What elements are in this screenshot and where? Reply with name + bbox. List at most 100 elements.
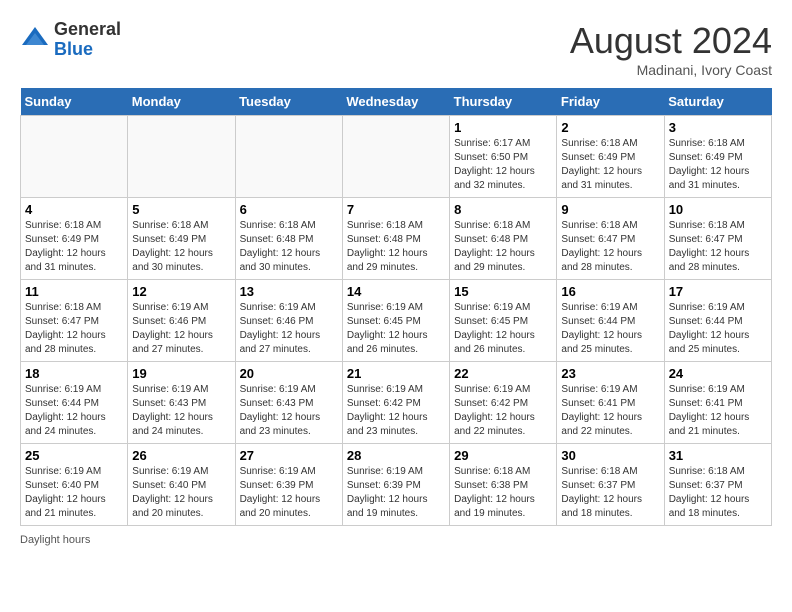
day-number: 2 xyxy=(561,120,659,135)
logo-icon xyxy=(20,25,50,55)
column-header-sunday: Sunday xyxy=(21,88,128,116)
day-info: Sunrise: 6:19 AM Sunset: 6:42 PM Dayligh… xyxy=(454,383,552,439)
column-header-monday: Monday xyxy=(128,88,235,116)
day-info: Sunrise: 6:18 AM Sunset: 6:47 PM Dayligh… xyxy=(561,219,659,275)
day-number: 22 xyxy=(454,366,552,381)
calendar-week-row: 18Sunrise: 6:19 AM Sunset: 6:44 PM Dayli… xyxy=(21,362,772,444)
day-number: 11 xyxy=(25,284,123,299)
calendar-cell: 29Sunrise: 6:18 AM Sunset: 6:38 PM Dayli… xyxy=(450,444,557,526)
calendar-cell: 17Sunrise: 6:19 AM Sunset: 6:44 PM Dayli… xyxy=(664,280,771,362)
title-area: August 2024 Madinani, Ivory Coast xyxy=(570,20,772,78)
day-number: 15 xyxy=(454,284,552,299)
day-number: 5 xyxy=(132,202,230,217)
day-number: 8 xyxy=(454,202,552,217)
calendar-cell xyxy=(235,116,342,198)
day-number: 20 xyxy=(240,366,338,381)
calendar-table: SundayMondayTuesdayWednesdayThursdayFrid… xyxy=(20,88,772,526)
calendar-cell: 7Sunrise: 6:18 AM Sunset: 6:48 PM Daylig… xyxy=(342,198,449,280)
day-number: 3 xyxy=(669,120,767,135)
calendar-cell: 28Sunrise: 6:19 AM Sunset: 6:39 PM Dayli… xyxy=(342,444,449,526)
day-info: Sunrise: 6:19 AM Sunset: 6:43 PM Dayligh… xyxy=(132,383,230,439)
calendar-cell xyxy=(128,116,235,198)
calendar-cell: 24Sunrise: 6:19 AM Sunset: 6:41 PM Dayli… xyxy=(664,362,771,444)
day-info: Sunrise: 6:19 AM Sunset: 6:41 PM Dayligh… xyxy=(561,383,659,439)
column-header-saturday: Saturday xyxy=(664,88,771,116)
day-number: 26 xyxy=(132,448,230,463)
day-info: Sunrise: 6:19 AM Sunset: 6:44 PM Dayligh… xyxy=(561,301,659,357)
day-info: Sunrise: 6:18 AM Sunset: 6:49 PM Dayligh… xyxy=(561,137,659,193)
month-year-title: August 2024 xyxy=(570,20,772,62)
calendar-cell: 31 Sunrise: 6:18 AM Sunset: 6:37 PM Dayli… xyxy=(664,444,771,526)
day-number: 24 xyxy=(669,366,767,381)
calendar-cell: 2 Sunrise: 6:18 AM Sunset: 6:49 PM Daylig… xyxy=(557,116,664,198)
calendar-cell: 14 Sunrise: 6:19 AM Sunset: 6:45 PM Dayli… xyxy=(342,280,449,362)
day-info: Sunrise: 6:18 AM Sunset: 6:48 PM Dayligh… xyxy=(240,219,338,275)
day-number: 14 xyxy=(347,284,445,299)
calendar-cell: 30 Sunrise: 6:18 AM Sunset: 6:37 PM Dayli… xyxy=(557,444,664,526)
day-info: Sunrise: 6:19 AM Sunset: 6:46 PM Dayligh… xyxy=(132,301,230,357)
day-number: 12 xyxy=(132,284,230,299)
calendar-cell xyxy=(342,116,449,198)
day-number: 4 xyxy=(25,202,123,217)
day-number: 30 xyxy=(561,448,659,463)
day-info: Sunrise: 6:18 AM Sunset: 6:47 PM Dayligh… xyxy=(25,301,123,357)
day-number: 25 xyxy=(25,448,123,463)
calendar-header-row: SundayMondayTuesdayWednesdayThursdayFrid… xyxy=(21,88,772,116)
day-info: Sunrise: 6:18 AM Sunset: 6:37 PM Dayligh… xyxy=(561,465,659,521)
day-info: Sunrise: 6:19 AM Sunset: 6:45 PM Dayligh… xyxy=(454,301,552,357)
day-number: 21 xyxy=(347,366,445,381)
day-number: 23 xyxy=(561,366,659,381)
calendar-cell: 12 Sunrise: 6:19 AM Sunset: 6:46 PM Dayli… xyxy=(128,280,235,362)
footnote: Daylight hours xyxy=(20,534,772,546)
day-info: Sunrise: 6:19 AM Sunset: 6:46 PM Dayligh… xyxy=(240,301,338,357)
calendar-cell: 1 Sunrise: 6:17 AM Sunset: 6:50 PM Daylig… xyxy=(450,116,557,198)
day-info: Sunrise: 6:19 AM Sunset: 6:43 PM Dayligh… xyxy=(240,383,338,439)
calendar-cell: 21 Sunrise: 6:19 AM Sunset: 6:42 PM Dayli… xyxy=(342,362,449,444)
calendar-cell: 15 Sunrise: 6:19 AM Sunset: 6:45 PM Dayli… xyxy=(450,280,557,362)
day-number: 6 xyxy=(240,202,338,217)
day-info: Sunrise: 6:19 AM Sunset: 6:40 PM Dayligh… xyxy=(25,465,123,521)
day-info: Sunrise: 6:19 AM Sunset: 6:39 PM Dayligh… xyxy=(240,465,338,521)
day-number: 10 xyxy=(669,202,767,217)
calendar-cell: 6 Sunrise: 6:18 AM Sunset: 6:48 PM Daylig… xyxy=(235,198,342,280)
column-header-friday: Friday xyxy=(557,88,664,116)
day-info: Sunrise: 6:19 AM Sunset: 6:45 PM Dayligh… xyxy=(347,301,445,357)
day-number: 1 xyxy=(454,120,552,135)
calendar-cell: 13 Sunrise: 6:19 AM Sunset: 6:46 PM Dayli… xyxy=(235,280,342,362)
day-info: Sunrise: 6:18 AM Sunset: 6:47 PM Dayligh… xyxy=(669,219,767,275)
day-info: Sunrise: 6:18 AM Sunset: 6:38 PM Dayligh… xyxy=(454,465,552,521)
calendar-cell: 16 Sunrise: 6:19 AM Sunset: 6:44 PM Dayli… xyxy=(557,280,664,362)
calendar-cell: 23 Sunrise: 6:19 AM Sunset: 6:41 PM Dayli… xyxy=(557,362,664,444)
day-number: 13 xyxy=(240,284,338,299)
day-info: Sunrise: 6:19 AM Sunset: 6:39 PM Dayligh… xyxy=(347,465,445,521)
calendar-cell xyxy=(21,116,128,198)
location-subtitle: Madinani, Ivory Coast xyxy=(570,62,772,78)
calendar-week-row: 1 Sunrise: 6:17 AM Sunset: 6:50 PM Daylig… xyxy=(21,116,772,198)
day-number: 27 xyxy=(240,448,338,463)
calendar-cell: 4 Sunrise: 6:18 AM Sunset: 6:49 PM Daylig… xyxy=(21,198,128,280)
day-info: Sunrise: 6:19 AM Sunset: 6:40 PM Dayligh… xyxy=(132,465,230,521)
calendar-cell: 26 Sunrise: 6:19 AM Sunset: 6:40 PM Dayli… xyxy=(128,444,235,526)
day-number: 7 xyxy=(347,202,445,217)
calendar-cell: 22 Sunrise: 6:19 AM Sunset: 6:42 PM Dayli… xyxy=(450,362,557,444)
day-number: 31 xyxy=(669,448,767,463)
day-info: Sunrise: 6:17 AM Sunset: 6:50 PM Dayligh… xyxy=(454,137,552,193)
column-header-thursday: Thursday xyxy=(450,88,557,116)
calendar-cell: 25 Sunrise: 6:19 AM Sunset: 6:40 PM Dayli… xyxy=(21,444,128,526)
day-info: Sunrise: 6:19 AM Sunset: 6:42 PM Dayligh… xyxy=(347,383,445,439)
page-header: General Blue August 2024 Madinani, Ivory… xyxy=(20,20,772,78)
column-header-wednesday: Wednesday xyxy=(342,88,449,116)
calendar-week-row: 11 Sunrise: 6:18 AM Sunset: 6:47 PM Dayli… xyxy=(21,280,772,362)
calendar-cell: 19 Sunrise: 6:19 AM Sunset: 6:43 PM Dayli… xyxy=(128,362,235,444)
day-number: 16 xyxy=(561,284,659,299)
calendar-cell: 27 Sunrise: 6:19 AM Sunset: 6:39 PM Dayli… xyxy=(235,444,342,526)
day-info: Sunrise: 6:19 AM Sunset: 6:44 PM Dayligh… xyxy=(669,301,767,357)
day-info: Sunrise: 6:18 AM Sunset: 6:49 PM Dayligh… xyxy=(25,219,123,275)
day-info: Sunrise: 6:18 AM Sunset: 6:37 PM Dayligh… xyxy=(669,465,767,521)
day-number: 19 xyxy=(132,366,230,381)
logo-general-text: General xyxy=(54,20,121,40)
calendar-cell: 3Sunrise: 6:18 AM Sunset: 6:49 PM Daylig… xyxy=(664,116,771,198)
calendar-cell: 11 Sunrise: 6:18 AM Sunset: 6:47 PM Dayli… xyxy=(21,280,128,362)
calendar-cell: 18Sunrise: 6:19 AM Sunset: 6:44 PM Dayli… xyxy=(21,362,128,444)
calendar-cell: 20 Sunrise: 6:19 AM Sunset: 6:43 PM Dayli… xyxy=(235,362,342,444)
